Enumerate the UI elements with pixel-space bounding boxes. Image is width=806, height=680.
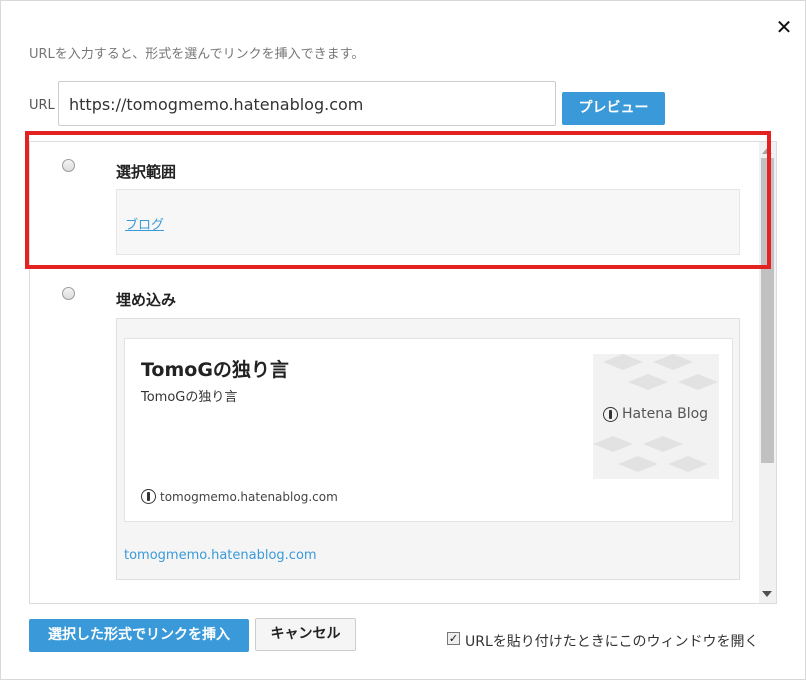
embed-url-link[interactable]: tomogmemo.hatenablog.com (124, 548, 317, 563)
cancel-button[interactable]: キャンセル (255, 618, 356, 651)
options-scrollbar[interactable] (759, 142, 776, 603)
site-favicon-icon (141, 489, 156, 504)
hatena-blog-text: Hatena Blog (622, 406, 709, 422)
url-label: URL (29, 98, 55, 113)
card-site: tomogmemo.hatenablog.com (141, 489, 338, 504)
link-insert-dialog: ✕ URLを入力すると、形式を選んでリンクを挿入できます。 URL https:… (0, 0, 806, 680)
scroll-thumb[interactable] (761, 158, 774, 463)
scroll-up-arrow-icon[interactable] (762, 148, 772, 154)
close-button[interactable]: ✕ (773, 15, 795, 39)
card-site-url: tomogmemo.hatenablog.com (160, 489, 338, 504)
card-thumbnail: Hatena Blog (593, 354, 719, 479)
link-format-options: 選択範囲 ブログ 埋め込み TomoGの独り言 TomoGの独り言 Hatena… (29, 141, 777, 604)
selection-preview: ブログ (116, 189, 740, 255)
url-input[interactable]: https://tomogmemo.hatenablog.com (58, 81, 556, 126)
blog-card: TomoGの独り言 TomoGの独り言 Hatena Blog tomogmem… (124, 338, 733, 522)
embed-preview: TomoGの独り言 TomoGの独り言 Hatena Blog tomogmem… (116, 318, 740, 580)
scroll-down-arrow-icon[interactable] (762, 591, 772, 597)
preview-button[interactable]: プレビュー (562, 92, 665, 125)
paste-open-label: URLを貼り付けたときにこのウィンドウを開く (465, 634, 759, 650)
card-description: TomoGの独り言 (141, 390, 238, 405)
insert-link-button[interactable]: 選択した形式でリンクを挿入 (29, 619, 249, 652)
selection-option-title: 選択範囲 (116, 163, 177, 181)
hatena-blog-logo: Hatena Blog (603, 406, 708, 422)
hatena-logo-icon (603, 406, 618, 422)
radio-selection[interactable] (62, 159, 75, 172)
radio-embed[interactable] (62, 287, 75, 300)
card-title: TomoGの独り言 (141, 359, 289, 381)
dialog-description: URLを入力すると、形式を選んでリンクを挿入できます。 (29, 47, 365, 62)
paste-open-checkbox[interactable]: ✓ (447, 632, 460, 645)
embed-option-title: 埋め込み (116, 291, 177, 309)
selection-link[interactable]: ブログ (125, 214, 164, 233)
